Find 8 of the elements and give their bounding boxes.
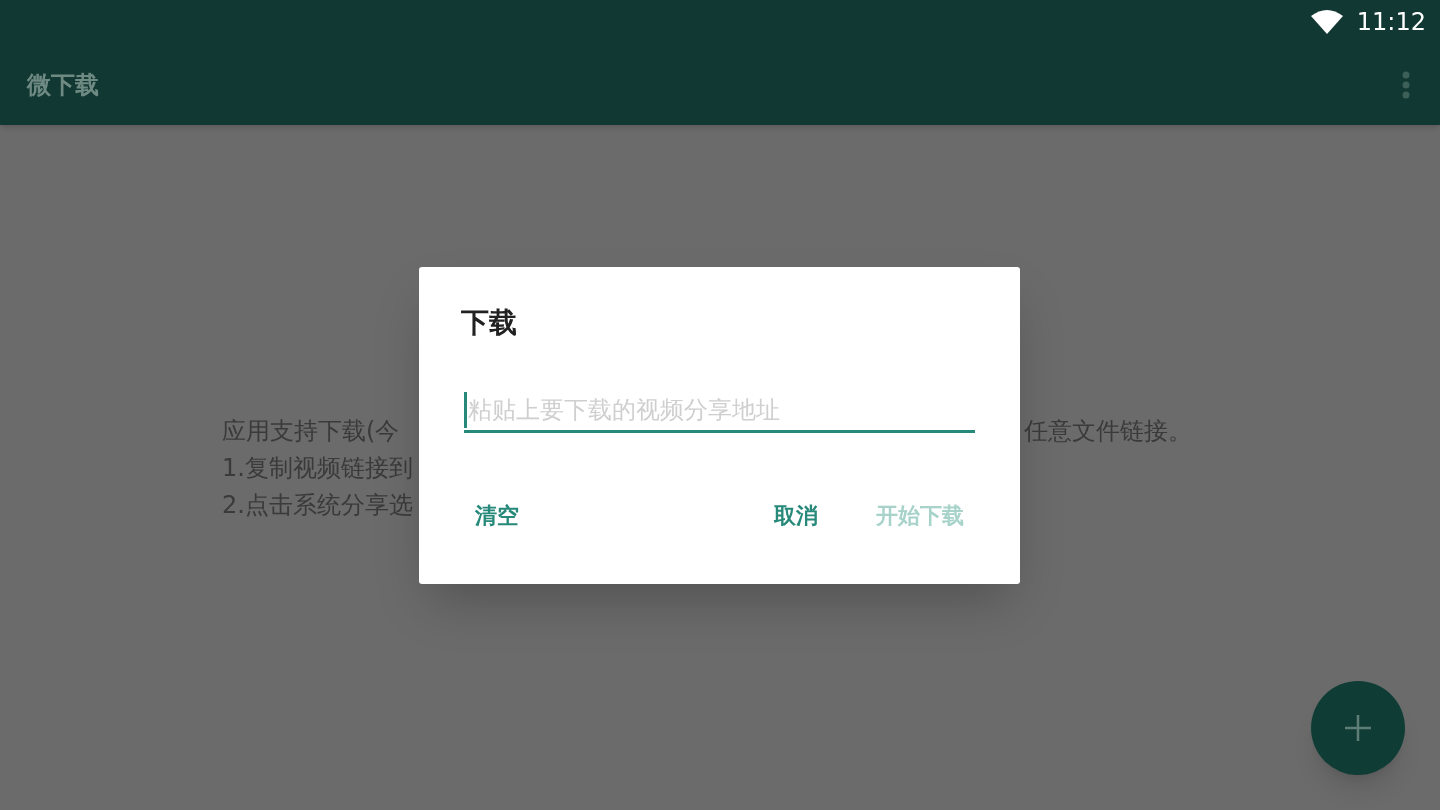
dialog-title: 下载 (461, 309, 518, 337)
dialog-button[interactable]: 清空 (461, 491, 533, 540)
app-title: 微下载 (27, 69, 99, 101)
plus-icon (1345, 715, 1371, 741)
dialog-button[interactable]: 取消 (760, 491, 832, 540)
more-options-icon[interactable] (1402, 70, 1410, 99)
status-time: 11:12 (1356, 10, 1426, 34)
wifi-icon (1310, 10, 1343, 34)
